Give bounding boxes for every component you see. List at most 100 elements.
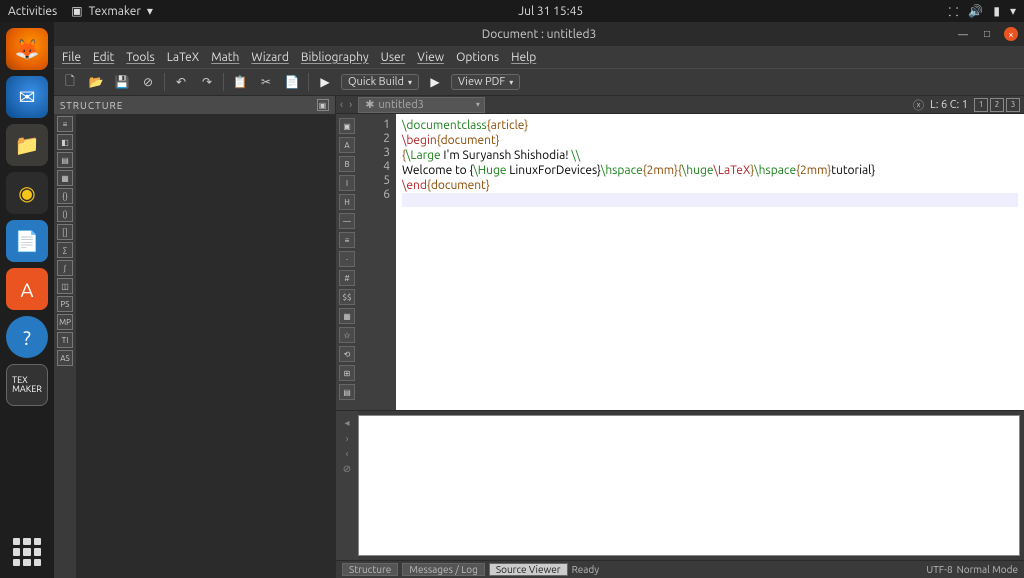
line-gutter: 123 456 xyxy=(358,114,396,410)
open-file-icon[interactable]: 📂 xyxy=(86,72,106,92)
run-icon[interactable]: ▶ xyxy=(315,72,335,92)
struct-icon[interactable]: TI xyxy=(57,332,73,348)
maximize-button[interactable]: □ xyxy=(980,27,994,41)
status-tab-messages[interactable]: Messages / Log xyxy=(402,563,485,576)
status-tab-structure[interactable]: Structure xyxy=(342,563,398,576)
pane-3-button[interactable]: 3 xyxy=(1006,98,1020,112)
dock-writer[interactable]: 📄 xyxy=(6,220,48,262)
volume-icon[interactable]: 🔊 xyxy=(968,4,983,18)
struct-icon[interactable]: {} xyxy=(57,188,73,204)
insert-icon[interactable]: · xyxy=(339,251,355,267)
menu-math[interactable]: Math xyxy=(211,51,239,64)
insert-icon[interactable]: $$ xyxy=(339,289,355,305)
menu-tools[interactable]: Tools xyxy=(126,51,155,64)
menu-user[interactable]: User xyxy=(381,51,406,64)
titlebar: Document : untitled3 — □ × xyxy=(54,22,1024,46)
log-prev-icon[interactable]: ‹ xyxy=(346,448,349,459)
insert-icon[interactable]: A xyxy=(339,137,355,153)
struct-icon[interactable]: [] xyxy=(57,224,73,240)
log-toggle-icon[interactable]: ◂ xyxy=(344,417,349,429)
insert-icon[interactable]: ▦ xyxy=(339,308,355,324)
cut-icon[interactable]: ✂ xyxy=(256,72,276,92)
menu-bibliography[interactable]: Bibliography xyxy=(301,51,369,64)
quick-build-label: Quick Build xyxy=(348,76,404,88)
next-tab-icon[interactable]: › xyxy=(349,99,352,111)
insert-icon[interactable]: ☆ xyxy=(339,327,355,343)
structure-tree[interactable] xyxy=(76,114,335,578)
dock-thunderbird[interactable]: ✉ xyxy=(6,76,48,118)
structure-title: STRUCTURE xyxy=(60,100,123,111)
menu-view[interactable]: View xyxy=(417,51,444,64)
undo-icon[interactable]: ↶ xyxy=(171,72,191,92)
struct-icon[interactable]: AS xyxy=(57,350,73,366)
insert-icon[interactable]: # xyxy=(339,270,355,286)
insert-icon[interactable]: B xyxy=(339,156,355,172)
structure-close-icon[interactable]: ▣ xyxy=(317,99,329,111)
code-editor[interactable]: \documentclass{article} \begin{document}… xyxy=(396,114,1024,410)
insert-icon[interactable]: ⟲ xyxy=(339,346,355,362)
close-button[interactable]: × xyxy=(1004,27,1018,41)
topbar-app[interactable]: ▣ Texmaker ▾ xyxy=(71,4,153,18)
dock-help[interactable]: ? xyxy=(6,316,48,358)
pane-2-button[interactable]: 2 xyxy=(990,98,1004,112)
copy-icon[interactable]: 📋 xyxy=(230,72,250,92)
new-file-icon[interactable]: 🗋 xyxy=(60,72,80,92)
document-tab[interactable]: ✱ untitled3 ▾ xyxy=(358,97,485,113)
dock-firefox[interactable]: 🦊 xyxy=(6,28,48,70)
view-icon[interactable]: ▶ xyxy=(425,72,445,92)
prev-tab-icon[interactable]: ‹ xyxy=(340,99,343,111)
struct-icon[interactable]: ∫ xyxy=(57,260,73,276)
struct-icon[interactable]: PS xyxy=(57,296,73,312)
menu-latex[interactable]: LaTeX xyxy=(167,51,199,64)
dock-software[interactable]: A xyxy=(6,268,48,310)
dock-texmaker[interactable]: TEXMAKER xyxy=(6,364,48,406)
network-icon[interactable]: ⸬ xyxy=(948,3,958,20)
battery-icon[interactable]: ▮ xyxy=(993,4,1000,18)
menu-options[interactable]: Options xyxy=(456,51,499,64)
struct-icon[interactable]: ≡ xyxy=(57,116,73,132)
menu-edit[interactable]: Edit xyxy=(93,51,114,64)
tab-close-icon[interactable]: ⓧ xyxy=(913,97,924,113)
view-pdf-dropdown[interactable]: View PDF ▾ xyxy=(451,74,520,90)
chevron-down-icon[interactable]: ▾ xyxy=(1010,4,1016,18)
menu-file[interactable]: File xyxy=(62,51,81,64)
insert-icon[interactable]: ≡ xyxy=(339,232,355,248)
menu-help[interactable]: Help xyxy=(511,51,536,64)
clock[interactable]: Jul 31 15:45 xyxy=(518,5,583,18)
quick-build-dropdown[interactable]: Quick Build ▾ xyxy=(341,74,419,90)
paste-icon[interactable]: 📄 xyxy=(282,72,302,92)
insert-icon[interactable]: H xyxy=(339,194,355,210)
struct-icon[interactable]: ▤ xyxy=(57,152,73,168)
struct-icon[interactable]: () xyxy=(57,206,73,222)
log-clear-icon[interactable]: ⊘ xyxy=(343,463,351,475)
insert-icon[interactable]: ▤ xyxy=(339,384,355,400)
menu-wizard[interactable]: Wizard xyxy=(251,51,288,64)
struct-icon[interactable]: ◧ xyxy=(57,134,73,150)
insert-icon[interactable]: — xyxy=(339,213,355,229)
dock-show-apps[interactable] xyxy=(13,538,41,566)
insert-icon[interactable]: I xyxy=(339,175,355,191)
redo-icon[interactable]: ↷ xyxy=(197,72,217,92)
dock-files[interactable]: 📁 xyxy=(6,124,48,166)
insert-icon[interactable]: ▣ xyxy=(339,118,355,134)
dock-rhythmbox[interactable]: ◉ xyxy=(6,172,48,214)
close-file-icon[interactable]: ⊘ xyxy=(138,72,158,92)
tab-name: untitled3 xyxy=(378,99,423,111)
struct-icon[interactable]: ◫ xyxy=(57,278,73,294)
struct-icon[interactable]: ∑ xyxy=(57,242,73,258)
minimize-button[interactable]: — xyxy=(956,27,970,41)
insert-icon[interactable]: ⊞ xyxy=(339,365,355,381)
status-mode: Normal Mode xyxy=(957,564,1018,575)
topbar-app-name: Texmaker xyxy=(89,5,141,18)
status-tab-source[interactable]: Source Viewer xyxy=(489,563,568,576)
struct-icon[interactable]: ▦ xyxy=(57,170,73,186)
chevron-down-icon: ▾ xyxy=(509,78,513,87)
modified-icon: ✱ xyxy=(365,98,374,111)
pane-1-button[interactable]: 1 xyxy=(974,98,988,112)
log-output[interactable] xyxy=(358,415,1020,556)
log-panel: ◂ › ‹ ⊘ xyxy=(336,410,1024,560)
log-next-icon[interactable]: › xyxy=(346,433,349,444)
save-icon[interactable]: 💾 xyxy=(112,72,132,92)
activities-button[interactable]: Activities xyxy=(8,5,57,18)
struct-icon[interactable]: MP xyxy=(57,314,73,330)
